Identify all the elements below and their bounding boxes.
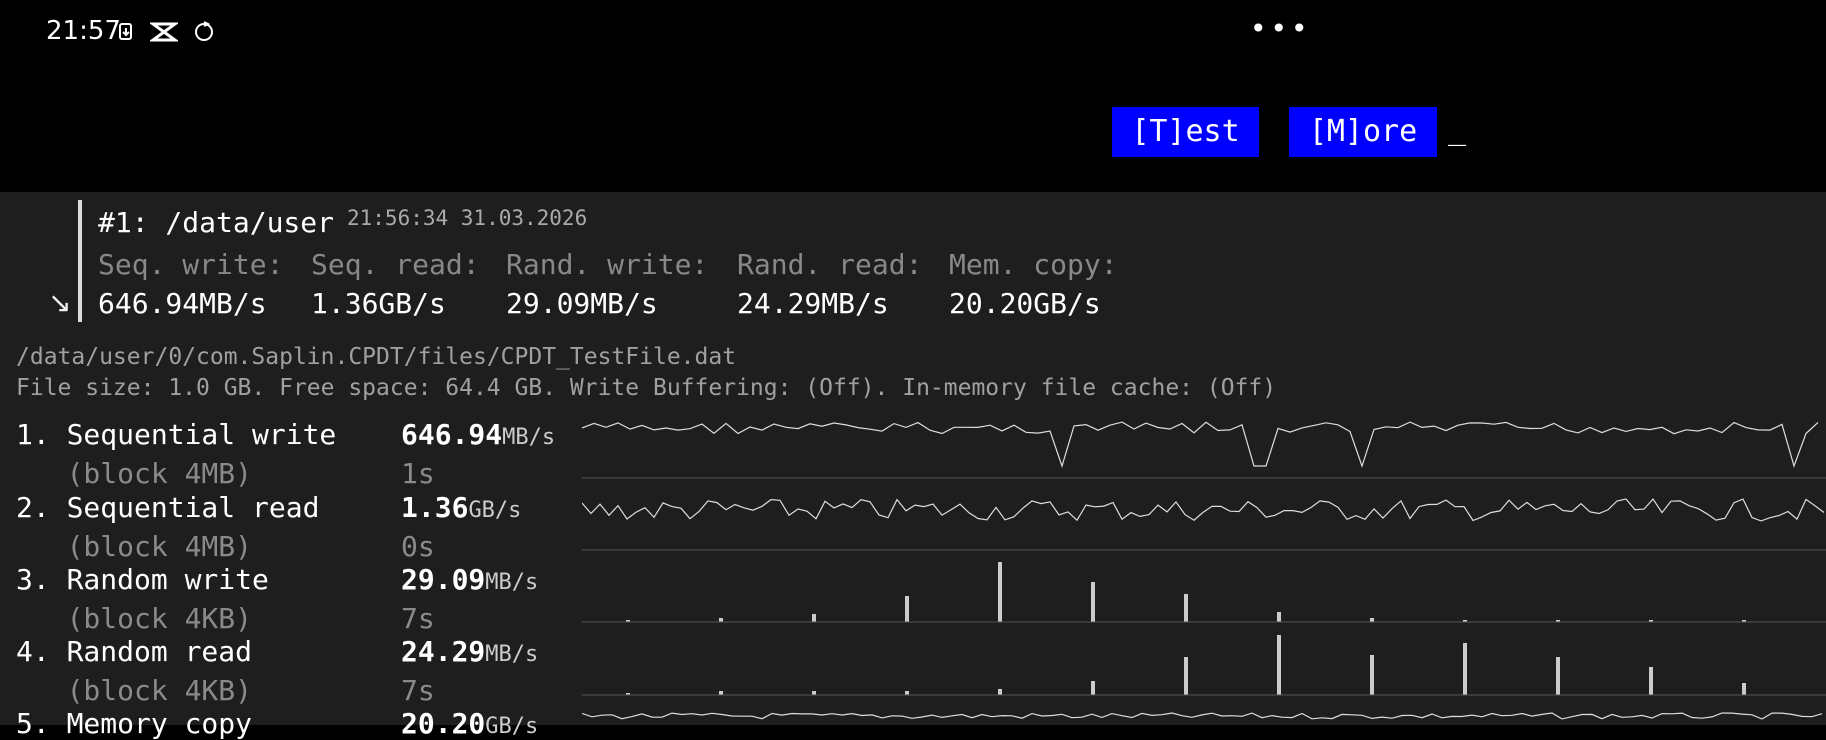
sample-bar	[719, 691, 723, 695]
test-name: 1. Sequential write	[16, 418, 337, 451]
sample-bar	[1277, 612, 1281, 622]
sample-bar	[998, 562, 1002, 622]
test-button[interactable]: [T]est	[1112, 107, 1259, 157]
history-title: #1: /data/user	[98, 206, 335, 239]
capcut-icon	[150, 22, 178, 42]
toolbar: [T]est [M]ore _	[0, 64, 1826, 192]
sample-bar	[905, 596, 909, 622]
test-speed: 646.94MB/s	[401, 418, 556, 451]
sample-bar	[1556, 657, 1560, 695]
test-duration: 0s	[401, 530, 435, 563]
test-block-size: (block 4KB)	[16, 674, 253, 707]
history-value: 646.94MB/s	[98, 287, 267, 320]
test-name: 3. Random write	[16, 563, 269, 596]
test-block-size: (block 4MB)	[16, 457, 253, 490]
sequential-read-graph	[582, 498, 1825, 522]
history-label: Seq. write:	[98, 248, 284, 281]
speed-graphs	[582, 421, 1826, 720]
sample-bar	[719, 618, 723, 622]
history-value: 1.36GB/s	[311, 287, 446, 320]
sparkline	[582, 712, 1823, 720]
expand-arrow-icon[interactable]: ↘	[48, 286, 71, 319]
sample-bar	[1184, 594, 1188, 622]
sparkline	[582, 498, 1825, 522]
history-col-seq-read: Seq. read: 1.36GB/s	[311, 248, 480, 320]
sample-bar	[1742, 683, 1746, 695]
test-block-size: (block 4MB)	[16, 530, 253, 563]
sample-bar	[1184, 657, 1188, 695]
test-duration: 7s	[401, 602, 435, 635]
test-block-size: (block 4KB)	[16, 602, 253, 635]
sample-bar	[1649, 667, 1653, 695]
test-speed: 20.20GB/s	[401, 707, 539, 740]
sample-bar	[905, 691, 909, 695]
test-speed: 29.09MB/s	[401, 563, 539, 596]
test-speed: 1.36GB/s	[401, 491, 522, 524]
sync-icon	[195, 21, 213, 41]
history-divider	[78, 200, 82, 322]
test-duration: 1s	[401, 457, 435, 490]
sequential-write-graph	[582, 421, 1819, 468]
sample-bar	[998, 689, 1002, 695]
sample-bar	[812, 614, 816, 622]
status-time: 21:57	[46, 16, 121, 46]
sample-bar	[1463, 643, 1467, 695]
test-duration: 7s	[401, 674, 435, 707]
sample-bar	[1091, 681, 1095, 695]
test-name: 5. Memory copy	[16, 707, 253, 740]
more-dots-icon[interactable]: •••	[1250, 12, 1312, 45]
memory-copy-graph	[582, 712, 1823, 720]
notification-icon	[119, 23, 132, 40]
text-cursor: _	[1448, 112, 1467, 147]
sample-bar	[1091, 582, 1095, 622]
status-bar: 21:57 •••	[0, 0, 1826, 64]
random-write-graph	[626, 562, 1746, 622]
sparkline	[582, 421, 1819, 468]
history-col-seq-write: Seq. write: 646.94MB/s	[98, 248, 283, 320]
sample-bar	[1370, 655, 1374, 695]
history-label: Seq. read:	[311, 248, 480, 281]
sample-bar	[812, 691, 816, 695]
test-name: 4. Random read	[16, 635, 253, 668]
sample-bar	[1277, 635, 1281, 695]
results-panel: ↘ #1: /data/user 21:56:34 31.03.2026 Seq…	[0, 192, 1826, 740]
history-timestamp: 21:56:34 31.03.2026	[347, 206, 588, 230]
test-speed: 24.29MB/s	[401, 635, 539, 668]
test-name: 2. Sequential read	[16, 491, 320, 524]
more-button[interactable]: [M]ore	[1289, 107, 1437, 157]
sample-bar	[1370, 618, 1374, 622]
random-read-graph	[626, 635, 1746, 695]
